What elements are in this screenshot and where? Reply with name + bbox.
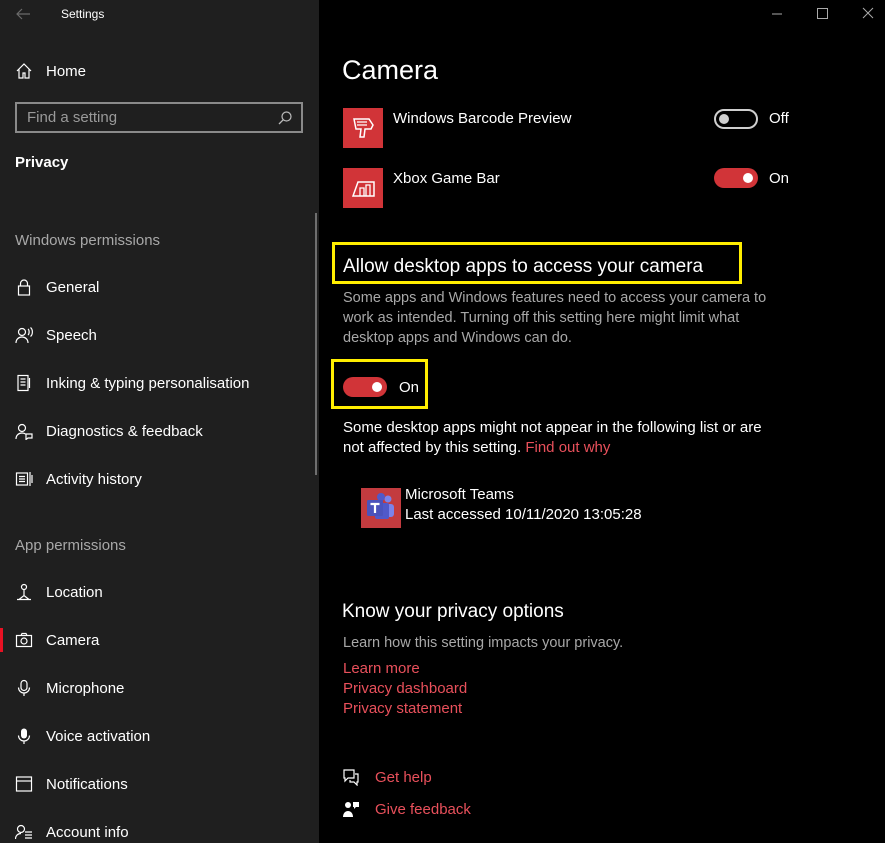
sidebar-item-label: Camera: [46, 631, 100, 649]
home-nav-item[interactable]: Home: [15, 60, 86, 82]
sidebar-item-label: Inking & typing personalisation: [46, 374, 250, 392]
sidebar-item-general[interactable]: General: [0, 267, 314, 307]
desktop-apps-toggle[interactable]: [343, 377, 387, 397]
desktop-apps-description: Some apps and Windows features need to a…: [343, 288, 766, 348]
search-input[interactable]: [17, 104, 277, 131]
sidebar-item-label: General: [46, 278, 100, 296]
home-icon: [15, 62, 33, 80]
windows-permissions-label: Windows permissions: [15, 232, 161, 249]
privacy-statement-link[interactable]: Privacy statement: [343, 699, 467, 719]
microsoft-teams-icon: [361, 488, 401, 528]
find-out-why-link[interactable]: Find out why: [525, 439, 610, 456]
sidebar-item-microphone[interactable]: Microphone: [0, 668, 314, 708]
sidebar-item-label: Notifications: [46, 775, 128, 793]
description-line: desktop apps and Windows can do.: [343, 330, 572, 346]
xbox-game-bar-toggle-label: On: [769, 170, 790, 187]
desktop-apps-section-title: Allow desktop apps to access your camera: [343, 256, 704, 277]
give-feedback-row[interactable]: Give feedback: [342, 798, 471, 820]
sidebar-item-location[interactable]: Location: [0, 572, 314, 612]
give-feedback-icon: [342, 800, 360, 818]
privacy-options-title: Know your privacy options: [342, 601, 564, 622]
app-permissions-label: App permissions: [15, 537, 126, 554]
speech-icon: [15, 326, 33, 344]
account-info-icon: [14, 823, 33, 841]
toggle-knob: [719, 114, 729, 124]
note-text: not affected by this setting.: [343, 439, 526, 456]
category-title: Privacy: [15, 154, 69, 171]
sidebar-item-camera[interactable]: Camera: [0, 620, 314, 660]
sidebar-item-label: Microphone: [46, 679, 125, 697]
settings-window: Settings Home Privacy Windows permission…: [0, 0, 885, 843]
voice-activation-icon: [15, 727, 33, 745]
sidebar-item-label: Voice activation: [46, 727, 151, 745]
location-icon: [15, 583, 33, 601]
sidebar-item-label: Speech: [46, 326, 97, 344]
app-name: Windows Barcode Preview: [393, 110, 572, 127]
sidebar-item-label: Diagnostics & feedback: [46, 422, 203, 440]
search-box[interactable]: [15, 102, 303, 133]
page-title: Camera: [342, 55, 439, 85]
desktop-apps-note: Some desktop apps might not appear in th…: [343, 418, 762, 458]
description-line: work as intended. Turning off this setti…: [343, 310, 740, 326]
sidebar-item-diagnostics[interactable]: Diagnostics & feedback: [0, 411, 314, 451]
description-line: Some apps and Windows features need to a…: [343, 290, 767, 306]
desktop-apps-toggle-label: On: [399, 379, 420, 396]
desktop-app-name: Microsoft Teams: [405, 486, 514, 503]
barcode-preview-toggle[interactable]: [714, 109, 758, 129]
sidebar-item-inking-typing[interactable]: Inking & typing personalisation: [0, 363, 314, 403]
lock-icon: [15, 278, 33, 296]
note-line: not affected by this setting. Find out w…: [343, 438, 762, 458]
give-feedback-link[interactable]: Give feedback: [375, 801, 471, 818]
home-label: Home: [46, 62, 87, 80]
xbox-game-bar-icon: [343, 168, 383, 208]
sidebar-item-label: Account info: [46, 823, 129, 841]
sidebar-scrollbar[interactable]: [315, 213, 317, 475]
toggle-knob: [372, 382, 382, 392]
learn-more-link[interactable]: Learn more: [343, 659, 467, 679]
barcode-scanner-icon: [343, 108, 383, 148]
activity-history-icon: [15, 470, 33, 488]
microphone-icon: [15, 679, 33, 697]
sidebar-item-activity-history[interactable]: Activity history: [0, 459, 314, 499]
sidebar-item-label: Activity history: [46, 470, 142, 488]
sidebar-item-notifications[interactable]: Notifications: [0, 764, 314, 804]
sidebar: Settings Home Privacy Windows permission…: [0, 0, 319, 843]
diagnostics-icon: [15, 422, 33, 441]
privacy-dashboard-link[interactable]: Privacy dashboard: [343, 679, 467, 699]
app-title: Settings: [61, 7, 105, 21]
notifications-icon: [15, 775, 33, 793]
main-content: Camera Windows Barcode Preview Off Xbox …: [319, 0, 885, 843]
sidebar-item-speech[interactable]: Speech: [0, 315, 314, 355]
toggle-knob: [743, 173, 753, 183]
microsoft-teams-entry: Microsoft Teams Last accessed 10/11/2020…: [405, 485, 642, 525]
privacy-options-description: Learn how this setting impacts your priv…: [343, 635, 624, 651]
camera-icon: [15, 631, 33, 649]
sidebar-item-label: Location: [46, 583, 103, 601]
search-icon[interactable]: [277, 110, 293, 126]
get-help-row[interactable]: Get help: [342, 766, 432, 788]
privacy-links: Learn more Privacy dashboard Privacy sta…: [343, 659, 467, 719]
desktop-app-last-accessed: Last accessed 10/11/2020 13:05:28: [405, 506, 642, 523]
inking-icon: [15, 374, 33, 392]
sidebar-item-voice-activation[interactable]: Voice activation: [0, 716, 314, 756]
note-line: Some desktop apps might not appear in th…: [343, 419, 762, 436]
back-arrow-icon[interactable]: [14, 5, 32, 23]
get-help-link[interactable]: Get help: [375, 769, 432, 786]
app-name: Xbox Game Bar: [393, 170, 500, 187]
xbox-game-bar-toggle[interactable]: [714, 168, 758, 188]
get-help-icon: [342, 768, 360, 787]
barcode-preview-toggle-label: Off: [769, 110, 789, 127]
sidebar-item-account-info[interactable]: Account info: [0, 812, 314, 843]
